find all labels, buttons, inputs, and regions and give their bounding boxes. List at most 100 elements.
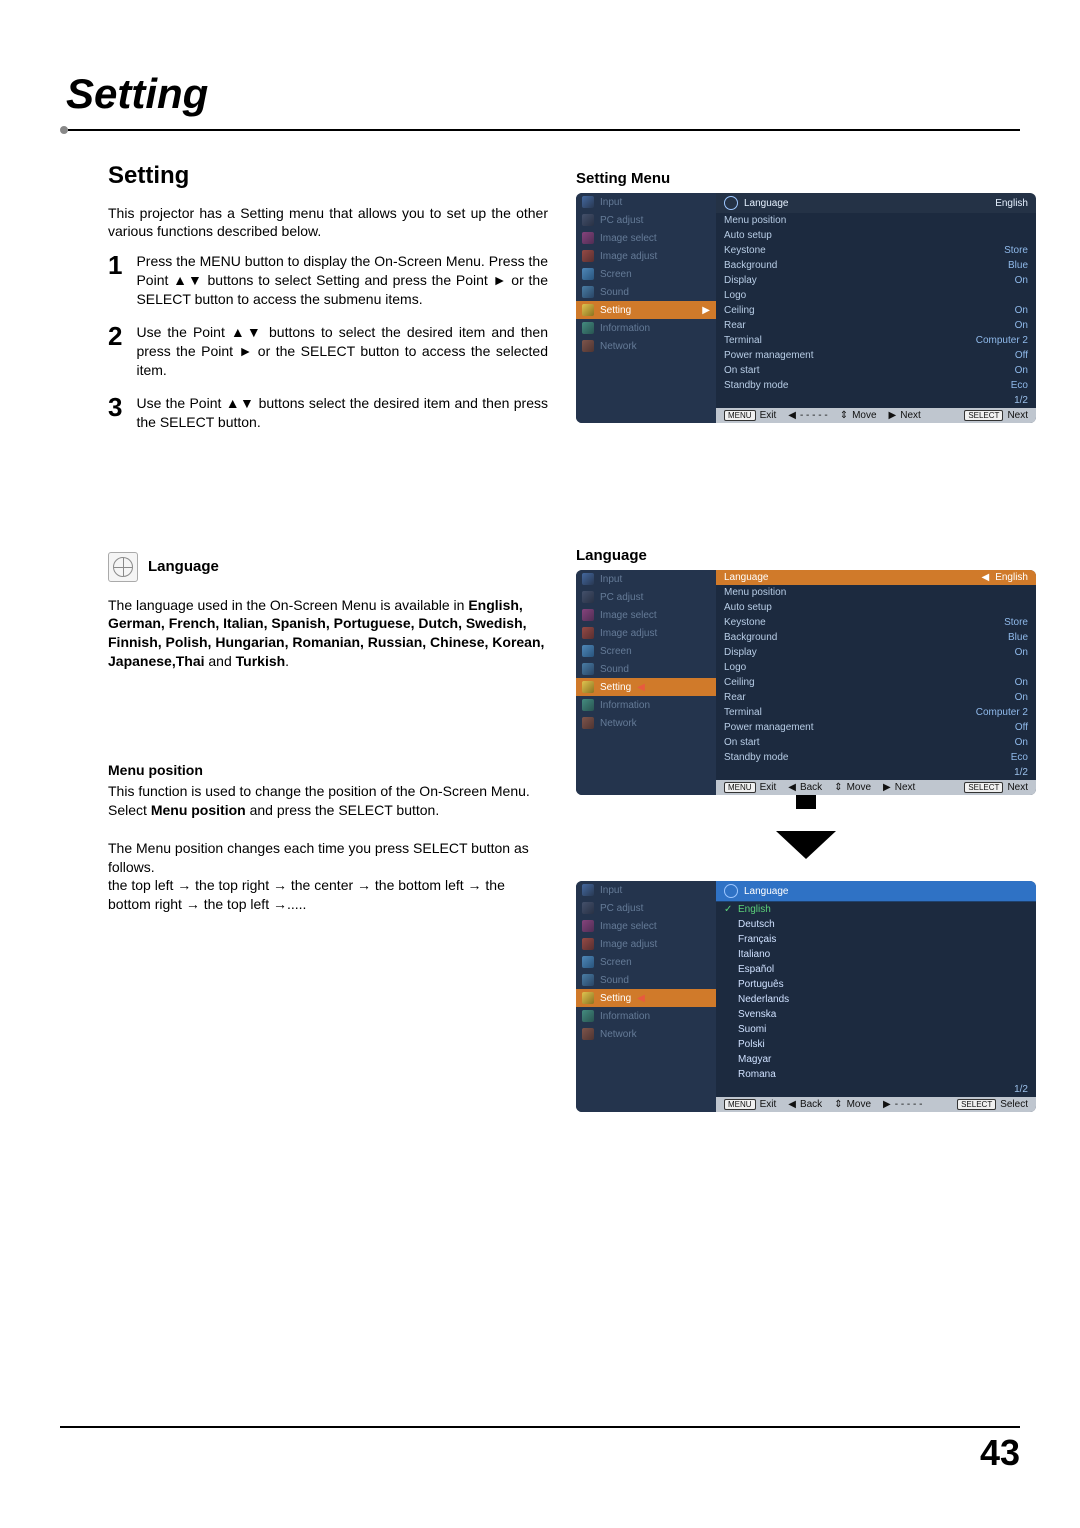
input-icon [582, 196, 594, 208]
globe-icon-box [108, 552, 138, 582]
row-value: English [995, 198, 1028, 209]
osd-row: Menu position [716, 585, 1036, 600]
step-number: 3 [108, 394, 122, 432]
network-icon [582, 1028, 594, 1040]
footer-dashes: ▶- - - - - [883, 1099, 922, 1110]
right-column: Setting Menu InputPC adjustImage selectI… [576, 162, 1036, 1112]
language-option: Svenska [716, 1007, 1036, 1022]
mp-p2: The Menu position changes each time you … [108, 840, 529, 875]
osd-row: On startOn [716, 735, 1036, 750]
footer-back: ◀Back [788, 1099, 822, 1110]
pc-icon [582, 902, 594, 914]
row-label: Keystone [724, 245, 1004, 256]
setting-menu-heading: Setting Menu [576, 170, 1036, 187]
sound-icon [582, 974, 594, 986]
osd-language-list: InputPC adjustImage selectImage adjustSc… [576, 881, 1036, 1112]
row-value: On [1015, 365, 1028, 376]
row-value: Eco [1011, 380, 1028, 391]
osd-row: Power managementOff [716, 720, 1036, 735]
step-text: Use the Point ▲▼ buttons to select the d… [136, 323, 548, 380]
row-label: Rear [724, 320, 1015, 331]
step-text: Use the Point ▲▼ buttons select the desi… [136, 394, 548, 432]
language-option: Español [716, 962, 1036, 977]
row-value: On [1015, 737, 1028, 748]
screen-icon [582, 645, 594, 657]
osd-row: Language◀English [716, 570, 1036, 585]
row-label: Logo [724, 290, 1028, 301]
row-label: Terminal [724, 707, 976, 718]
setting-icon [582, 681, 594, 693]
footer-move: ⇕Move [834, 782, 871, 793]
row-label: Standby mode [724, 380, 1011, 391]
section-title: Setting [108, 162, 548, 190]
osd-footer: MENUExit ◀Back ⇕Move ▶- - - - - SELECTSe… [716, 1097, 1036, 1112]
mp-p1b: Menu position [151, 802, 246, 818]
nav-label: Sound [600, 975, 629, 986]
row-value: Store [1004, 245, 1028, 256]
imadj-icon [582, 627, 594, 639]
nav-label: Sound [600, 287, 629, 298]
footer-exit: MENUExit [724, 410, 776, 421]
nav-item-imsel: Image select [576, 229, 716, 247]
menu-position-block: Menu position This function is used to c… [108, 761, 548, 914]
lang-last: Turkish [236, 653, 286, 669]
lang-and: and [205, 653, 236, 669]
nav-item-pc: PC adjust [576, 899, 716, 917]
footer-back: ◀Back [788, 782, 822, 793]
osd-row: DisplayOn [716, 645, 1036, 660]
step-2: 2 Use the Point ▲▼ buttons to select the… [108, 323, 548, 380]
nav-label: Screen [600, 646, 632, 657]
footer-select-next: SELECTNext [964, 782, 1028, 793]
nav-item-setting: Setting◀ [576, 989, 716, 1007]
osd-lang-header: Language [716, 881, 1036, 902]
row-value: On [1015, 692, 1028, 703]
screen-icon [582, 956, 594, 968]
osd-nav: InputPC adjustImage selectImage adjustSc… [576, 193, 716, 423]
osd-main: Language◀EnglishMenu positionAuto setupK… [716, 570, 1036, 795]
info-icon [582, 699, 594, 711]
footer-next: ▶Next [883, 782, 915, 793]
row-label: Background [724, 632, 1008, 643]
row-value: Store [1004, 617, 1028, 628]
osd-setting-menu: InputPC adjustImage selectImage adjustSc… [576, 193, 1036, 423]
nav-item-info: Information [576, 696, 716, 714]
intro-text: This projector has a Setting menu that a… [108, 204, 548, 240]
language-option: Português [716, 977, 1036, 992]
nav-label: Image adjust [600, 628, 657, 639]
language-paragraph: The language used in the On-Screen Menu … [108, 596, 548, 672]
footer-back: ◀- - - - - [788, 410, 827, 421]
nav-label: Sound [600, 664, 629, 675]
row-label: Menu position [724, 215, 1028, 226]
step-number: 2 [108, 323, 122, 380]
title-rule [60, 126, 1020, 134]
nav-item-sound: Sound [576, 660, 716, 678]
osd-row: Standby modeEco [716, 750, 1036, 765]
osd-row: Power managementOff [716, 348, 1036, 363]
rule-dot [60, 126, 68, 134]
nav-item-network: Network [576, 337, 716, 355]
language-option: English [716, 902, 1036, 917]
nav-item-network: Network [576, 1025, 716, 1043]
step-number: 1 [108, 252, 122, 309]
row-label: Display [724, 647, 1015, 658]
row-label: Keystone [724, 617, 1004, 628]
imadj-icon [582, 250, 594, 262]
nav-label: Image select [600, 233, 657, 244]
lang-pre: The language used in the On-Screen Menu … [108, 597, 468, 613]
row-label: Logo [724, 662, 1028, 673]
imsel-icon [582, 609, 594, 621]
row-value: On [1015, 647, 1028, 658]
page: Setting Setting This projector has a Set… [0, 0, 1080, 1528]
row-value: Computer 2 [976, 335, 1028, 346]
row-label: Standby mode [724, 752, 1011, 763]
step-1: 1 Press the MENU button to display the O… [108, 252, 548, 309]
nav-label: Information [600, 323, 650, 334]
row-label: Menu position [724, 587, 1028, 598]
row-label: On start [724, 737, 1015, 748]
imsel-icon [582, 232, 594, 244]
osd-row: KeystoneStore [716, 243, 1036, 258]
mp-p1c: and press the SELECT button. [246, 802, 440, 818]
osd-row: On startOn [716, 363, 1036, 378]
osd-row: KeystoneStore [716, 615, 1036, 630]
osd-row: BackgroundBlue [716, 630, 1036, 645]
